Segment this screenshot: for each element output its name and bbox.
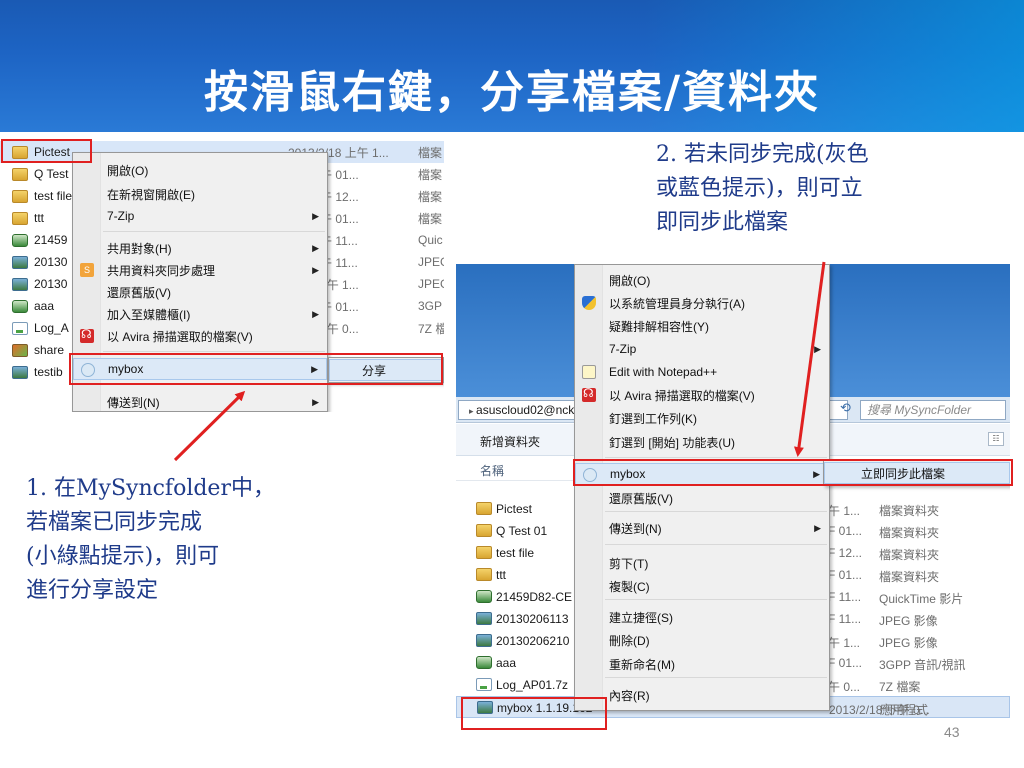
callout-line: 2. 若未同步完成(灰色: [656, 142, 869, 167]
page-number: 43: [944, 724, 960, 740]
slide-title: 按滑鼠右鍵，分享檔案/資料夾: [203, 67, 821, 118]
callout-step2: 2. 若未同步完成(灰色 或藍色提示)，則可立 即同步此檔案: [656, 138, 869, 240]
callout-step1: 1. 在MySyncfolder中， 若檔案已同步完成 (小綠點提示)，則可 進行分享…: [26, 472, 275, 608]
arrow-step1: [173, 390, 246, 462]
arrow-step2: [793, 261, 826, 457]
callout-line: 1. 在MySyncfolder中，: [26, 476, 275, 501]
callout-line: 若檔案已同步完成: [26, 510, 203, 535]
callout-line: 即同步此檔案: [656, 210, 789, 235]
callout-line: (小綠點提示)，則可: [26, 544, 220, 569]
callout-line: 進行分享設定: [26, 578, 159, 603]
callout-line: 或藍色提示)，則可立: [656, 176, 863, 201]
